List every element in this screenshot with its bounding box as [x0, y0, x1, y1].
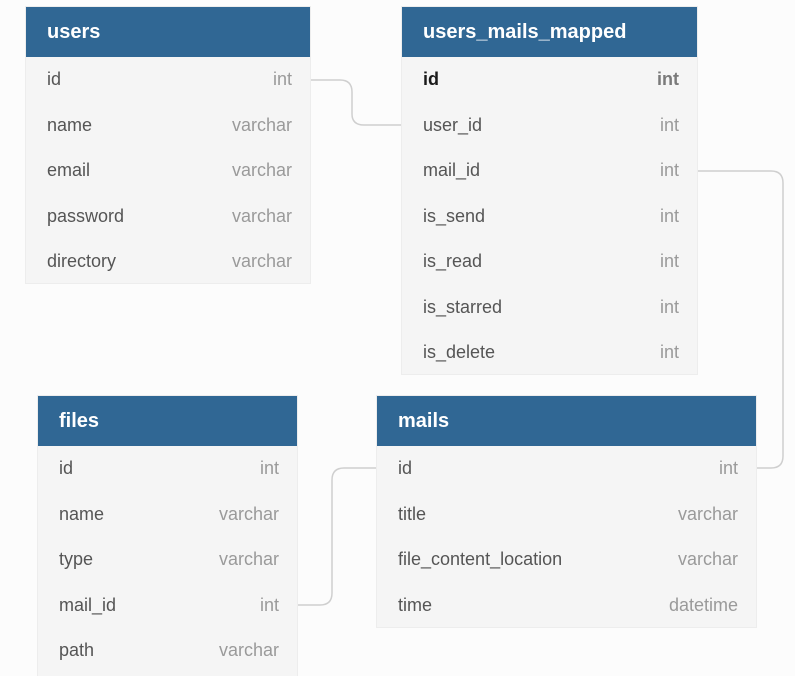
field-row[interactable]: id int [38, 446, 297, 492]
field-name: id [398, 458, 413, 479]
field-type: varchar [218, 549, 279, 570]
field-name: id [423, 69, 439, 90]
field-name: user_id [423, 114, 483, 135]
field-type: int [259, 594, 279, 615]
field-type: varchar [677, 549, 738, 570]
field-row[interactable]: password varchar [26, 194, 310, 240]
field-type: varchar [677, 503, 738, 524]
field-row[interactable]: mail_id int [38, 583, 297, 629]
table-header[interactable]: mails [377, 396, 756, 446]
field-list: id int title varchar file_content_location… [377, 446, 756, 628]
field-type: varchar [218, 503, 279, 524]
field-type: varchar [231, 205, 292, 226]
field-row[interactable]: email varchar [26, 148, 310, 194]
field-row[interactable]: is_delete int [402, 330, 697, 376]
field-row[interactable]: name varchar [26, 103, 310, 149]
field-list: id int name varchar email varchar password v… [26, 57, 310, 285]
field-name: password [47, 205, 125, 226]
field-name: email [47, 160, 91, 181]
field-row[interactable]: time datetime [377, 583, 756, 629]
table-title: files [59, 409, 100, 432]
field-row[interactable]: is_starred int [402, 285, 697, 331]
field-type: int [659, 160, 679, 181]
field-name: type [59, 549, 94, 570]
field-list: id int user_id int mail_id int is_send int i… [402, 57, 697, 376]
field-name: path [59, 640, 95, 661]
table-users[interactable]: users id int name varchar email varchar pas… [26, 7, 310, 283]
field-row[interactable]: id int [26, 57, 310, 103]
field-type: int [659, 296, 679, 317]
field-row[interactable]: path varchar [38, 628, 297, 674]
field-row-primary-key[interactable]: id int [402, 57, 697, 103]
field-type: varchar [231, 160, 292, 181]
table-header[interactable]: users_mails_mapped [402, 7, 697, 57]
field-name: is_read [423, 251, 483, 272]
table-title: mails [398, 409, 450, 432]
field-name: title [398, 503, 427, 524]
field-row[interactable]: type varchar [38, 537, 297, 583]
field-type: int [659, 205, 679, 226]
field-type: int [259, 458, 279, 479]
field-name: id [47, 69, 62, 90]
field-name: name [59, 503, 105, 524]
field-row[interactable]: title varchar [377, 492, 756, 538]
field-name: mail_id [423, 160, 481, 181]
field-name: time [398, 594, 433, 615]
field-name: file_content_location [398, 549, 563, 570]
field-row[interactable]: mail_id int [402, 148, 697, 194]
field-type: varchar [218, 640, 279, 661]
table-title: users [47, 20, 101, 43]
field-list: id int name varchar type varchar mail_id int… [38, 446, 297, 674]
field-name: mail_id [59, 594, 117, 615]
table-title: users_mails_mapped [423, 20, 627, 43]
field-type: int [659, 114, 679, 135]
table-header[interactable]: users [26, 7, 310, 57]
field-type: varchar [231, 114, 292, 135]
field-name: is_delete [423, 342, 496, 363]
field-type: datetime [668, 594, 738, 615]
field-name: is_starred [423, 296, 503, 317]
field-name: id [59, 458, 74, 479]
field-row[interactable]: file_content_location varchar [377, 537, 756, 583]
field-type: int [272, 69, 292, 90]
table-users-mails-mapped[interactable]: users_mails_mapped id int user_id int mail… [402, 7, 697, 374]
field-row[interactable]: is_send int [402, 194, 697, 240]
table-files[interactable]: files id int name varchar type varchar mail… [38, 396, 297, 676]
field-type: int [659, 251, 679, 272]
field-row[interactable]: is_read int [402, 239, 697, 285]
table-header[interactable]: files [38, 396, 297, 446]
field-type: int [659, 342, 679, 363]
field-name: name [47, 114, 93, 135]
link-mails-id-to-files-mail-id [297, 467, 377, 606]
field-name: is_send [423, 205, 486, 226]
field-row[interactable]: user_id int [402, 103, 697, 149]
field-row[interactable]: directory varchar [26, 239, 310, 285]
field-type: int [657, 69, 679, 90]
field-row[interactable]: name varchar [38, 492, 297, 538]
table-mails[interactable]: mails id int title varchar file_content_lo… [377, 396, 756, 627]
field-type: varchar [231, 251, 292, 272]
link-users-id-to-ump-user-id [310, 79, 402, 126]
field-name: directory [47, 251, 117, 272]
field-type: int [718, 458, 738, 479]
field-row[interactable]: id int [377, 446, 756, 492]
